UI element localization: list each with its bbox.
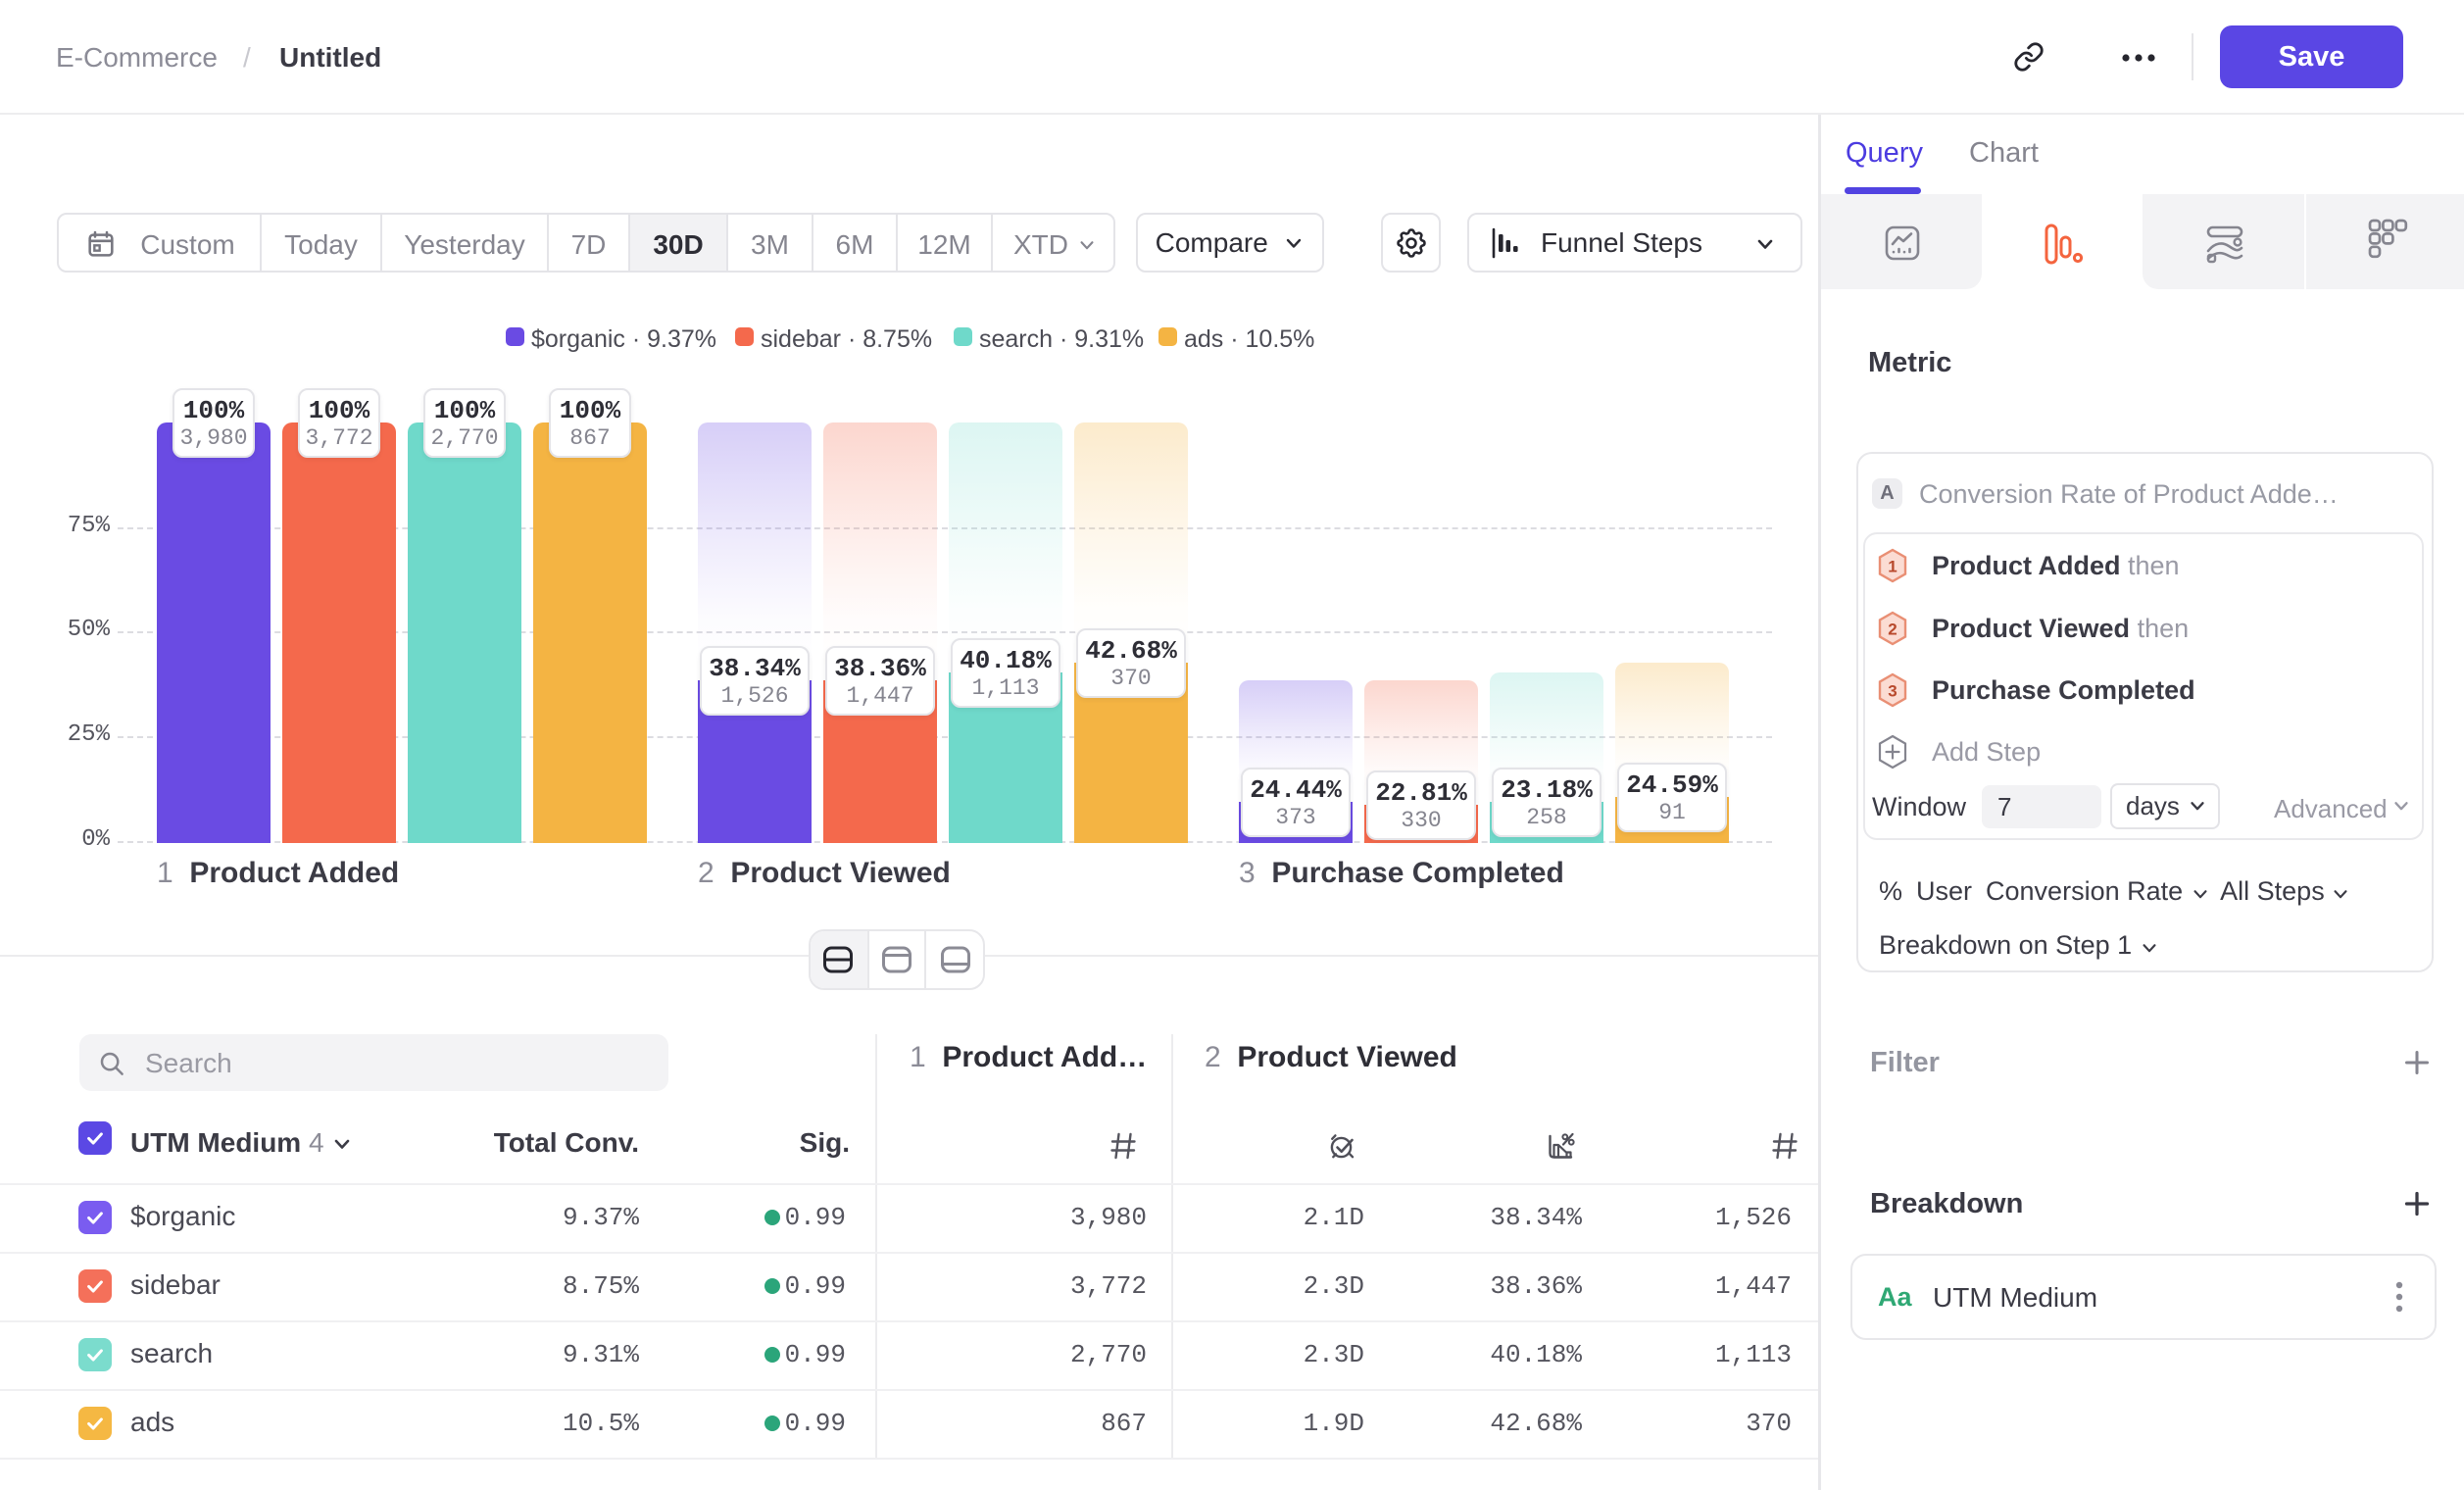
svg-text:1: 1 (1888, 558, 1897, 576)
svg-text:3: 3 (1888, 682, 1897, 701)
svg-text:2: 2 (1888, 621, 1897, 639)
